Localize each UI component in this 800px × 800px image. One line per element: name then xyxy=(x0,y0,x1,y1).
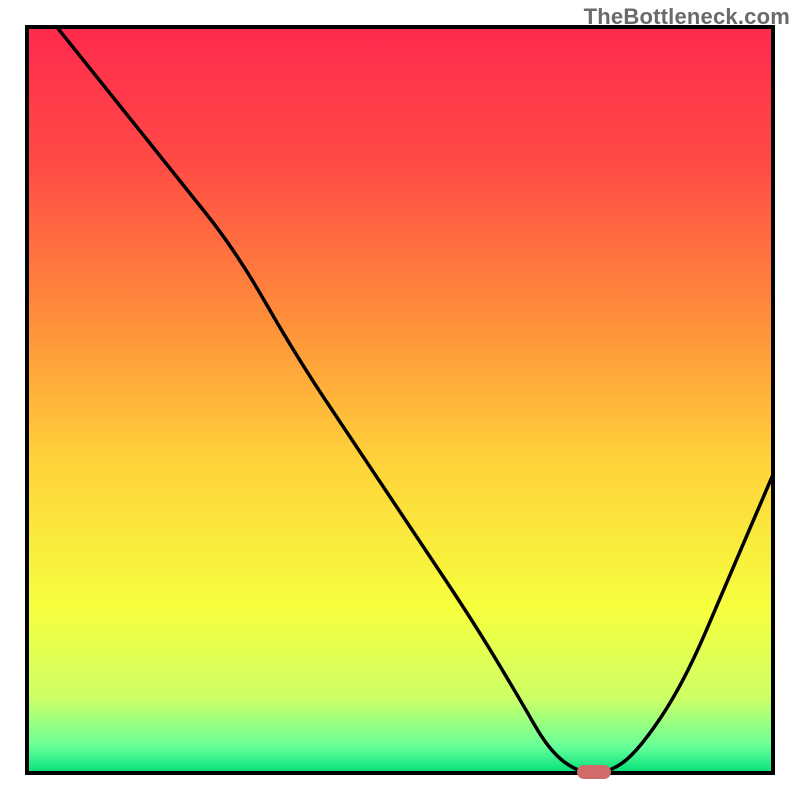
optimal-marker xyxy=(577,765,611,779)
bottleneck-chart xyxy=(0,0,800,800)
watermark-text: TheBottleneck.com xyxy=(584,4,790,30)
chart-frame: TheBottleneck.com xyxy=(0,0,800,800)
plot-background xyxy=(27,27,773,773)
